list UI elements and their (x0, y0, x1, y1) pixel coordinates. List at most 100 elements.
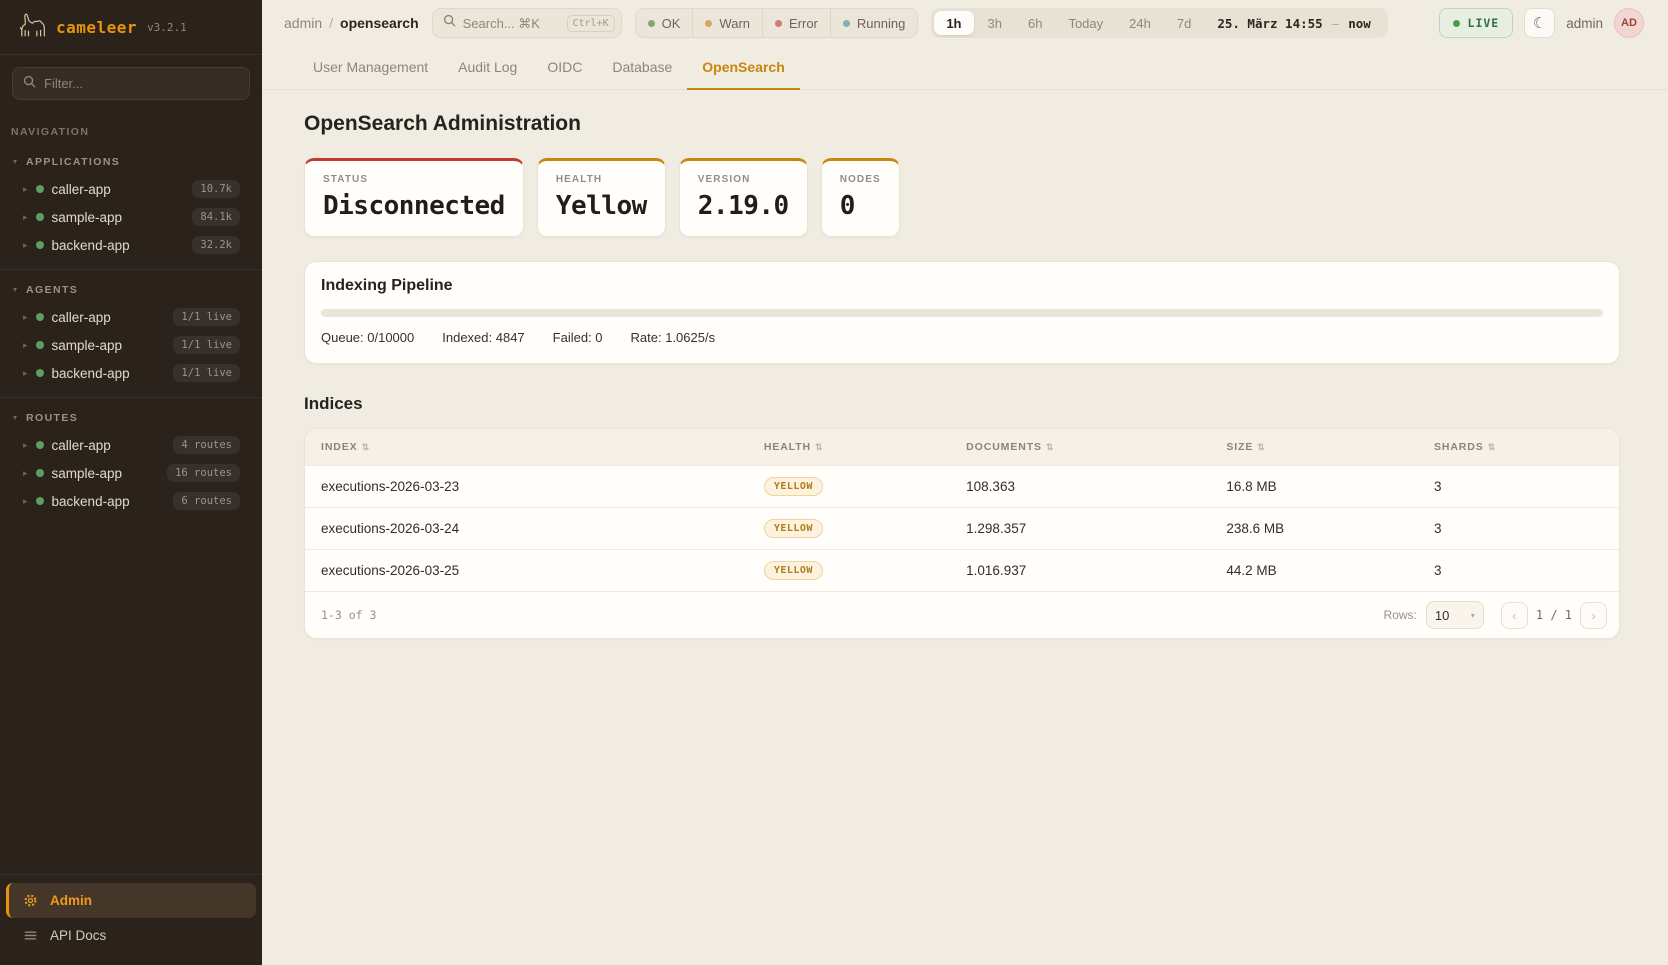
live-badge: 1/1 live (173, 308, 240, 326)
tab-oidc[interactable]: OIDC (532, 46, 597, 90)
live-toggle-button[interactable]: LIVE (1439, 8, 1514, 38)
time-range-7d[interactable]: 7d (1165, 11, 1203, 35)
global-search[interactable]: Ctrl+K (432, 8, 622, 38)
status-value: Disconnected (323, 191, 505, 221)
pipeline-progress-track (321, 309, 1603, 317)
pipeline-stat-failed: Failed: 0 (553, 330, 603, 345)
stat-card-version: VERSION 2.19.0 (679, 158, 808, 237)
indices-table-card: INDEX⇅ HEALTH⇅ DOCUMENTS⇅ SIZE⇅ SHARDS⇅ … (304, 428, 1620, 639)
sidebar-item-agent-backend[interactable]: ▸ backend-app 1/1 live (0, 359, 262, 387)
filter-input[interactable] (44, 76, 239, 91)
sidebar-item-app-caller[interactable]: ▸ caller-app 10.7k (0, 175, 262, 203)
stat-card-health: HEALTH Yellow (537, 158, 666, 237)
running-dot-icon (843, 20, 850, 27)
routes-badge: 4 routes (173, 436, 240, 454)
filter-warn[interactable]: Warn (692, 9, 762, 37)
stat-card-status: STATUS Disconnected (304, 158, 524, 237)
time-range-3h[interactable]: 3h (976, 11, 1014, 35)
chevron-left-icon: ‹ (1512, 608, 1516, 623)
tab-opensearch[interactable]: OpenSearch (687, 46, 799, 90)
cell-shards: 3 (1418, 466, 1619, 508)
group-routes: ▾ ROUTES ▸ caller-app 4 routes ▸ sample-… (0, 397, 262, 525)
cell-documents: 108.363 (950, 466, 1210, 508)
avatar[interactable]: AD (1614, 8, 1644, 38)
sidebar-item-app-backend[interactable]: ▸ backend-app 32.2k (0, 231, 262, 259)
next-page-button[interactable]: › (1580, 602, 1607, 629)
sidebar-item-agent-sample[interactable]: ▸ sample-app 1/1 live (0, 331, 262, 359)
nodes-value: 0 (840, 191, 881, 221)
column-header-health[interactable]: HEALTH⇅ (748, 429, 950, 466)
warn-dot-icon (705, 20, 712, 27)
status-dot (36, 497, 44, 505)
sidebar-item-routes-backend[interactable]: ▸ backend-app 6 routes (0, 487, 262, 515)
prev-page-button[interactable]: ‹ (1501, 602, 1528, 629)
page-indicator: 1 / 1 (1536, 608, 1572, 622)
column-header-index[interactable]: INDEX⇅ (305, 429, 748, 466)
group-header-routes[interactable]: ▾ ROUTES (0, 406, 262, 431)
filter-ok[interactable]: OK (636, 9, 693, 37)
moon-icon: ☾ (1533, 14, 1546, 32)
routes-badge: 16 routes (167, 464, 240, 482)
sidebar-item-app-sample[interactable]: ▸ sample-app 84.1k (0, 203, 262, 231)
tab-audit-log[interactable]: Audit Log (443, 46, 532, 90)
breadcrumb-parent[interactable]: admin (284, 15, 322, 31)
group-header-agents[interactable]: ▾ AGENTS (0, 278, 262, 303)
chevron-right-icon: ▸ (23, 469, 28, 478)
shortcut-badge: Ctrl+K (567, 15, 615, 32)
tab-user-management[interactable]: User Management (298, 46, 443, 90)
time-range-today[interactable]: Today (1056, 11, 1115, 35)
column-header-documents[interactable]: DOCUMENTS⇅ (950, 429, 1210, 466)
sidebar-item-routes-caller[interactable]: ▸ caller-app 4 routes (0, 431, 262, 459)
stat-cards: STATUS Disconnected HEALTH Yellow VERSIO… (304, 158, 1620, 237)
sidebar: cameleer v3.2.1 NAVIGATION ▾ APPLICATION… (0, 0, 262, 965)
cell-index: executions-2026-03-23 (305, 466, 748, 508)
cell-documents: 1.016.937 (950, 550, 1210, 592)
result-range: 1-3 of 3 (321, 608, 376, 622)
rows-per-page-select[interactable]: 10 ▾ (1426, 601, 1484, 629)
cell-documents: 1.298.357 (950, 508, 1210, 550)
group-header-applications[interactable]: ▾ APPLICATIONS (0, 150, 262, 175)
user-name: admin (1566, 16, 1603, 31)
admin-tabbar: User Management Audit Log OIDC Database … (262, 46, 1668, 90)
sidebar-item-admin[interactable]: Admin (6, 883, 256, 918)
time-from: 25. März 14:55 (1217, 16, 1322, 31)
routes-badge: 6 routes (173, 492, 240, 510)
cell-size: 44.2 MB (1210, 550, 1418, 592)
tab-database[interactable]: Database (597, 46, 687, 90)
health-badge: YELLOW (764, 519, 823, 538)
search-input[interactable] (463, 16, 560, 31)
app-version: v3.2.1 (147, 21, 187, 34)
time-range-1h[interactable]: 1h (934, 11, 973, 35)
camel-logo-icon (16, 10, 46, 45)
pager: ‹ 1 / 1 › (1501, 602, 1607, 629)
time-range-display[interactable]: 25. März 14:55 — now (1205, 16, 1384, 31)
pagination-controls: Rows: 10 ▾ ‹ 1 / 1 › (1384, 601, 1607, 629)
breadcrumb-current: opensearch (340, 15, 419, 31)
count-badge: 84.1k (192, 208, 240, 226)
sidebar-item-api-docs[interactable]: API Docs (6, 918, 256, 953)
column-header-size[interactable]: SIZE⇅ (1210, 429, 1418, 466)
group-agents: ▾ AGENTS ▸ caller-app 1/1 live ▸ sample-… (0, 269, 262, 397)
status-dot (36, 441, 44, 449)
chevron-right-icon: › (1591, 608, 1595, 623)
time-to: now (1348, 16, 1371, 31)
nav-section-label: NAVIGATION (11, 126, 246, 138)
time-range-24h[interactable]: 24h (1117, 11, 1163, 35)
pipeline-title: Indexing Pipeline (321, 277, 1603, 295)
stat-card-nodes: NODES 0 (821, 158, 900, 237)
table-footer: 1-3 of 3 Rows: 10 ▾ ‹ 1 / 1 › (305, 591, 1619, 638)
filter-error[interactable]: Error (762, 9, 830, 37)
health-badge: YELLOW (764, 561, 823, 580)
theme-toggle-button[interactable]: ☾ (1524, 8, 1555, 38)
filter-running[interactable]: Running (830, 9, 917, 37)
sidebar-item-agent-caller[interactable]: ▸ caller-app 1/1 live (0, 303, 262, 331)
time-range-6h[interactable]: 6h (1016, 11, 1054, 35)
chevron-down-icon: ▾ (13, 414, 17, 422)
count-badge: 10.7k (192, 180, 240, 198)
sidebar-filter[interactable] (12, 67, 250, 100)
column-header-shards[interactable]: SHARDS⇅ (1418, 429, 1619, 466)
main-area: admin / opensearch Ctrl+K OK Warn (262, 0, 1668, 965)
chevron-right-icon: ▸ (23, 241, 28, 250)
sidebar-item-routes-sample[interactable]: ▸ sample-app 16 routes (0, 459, 262, 487)
cell-index: executions-2026-03-25 (305, 550, 748, 592)
